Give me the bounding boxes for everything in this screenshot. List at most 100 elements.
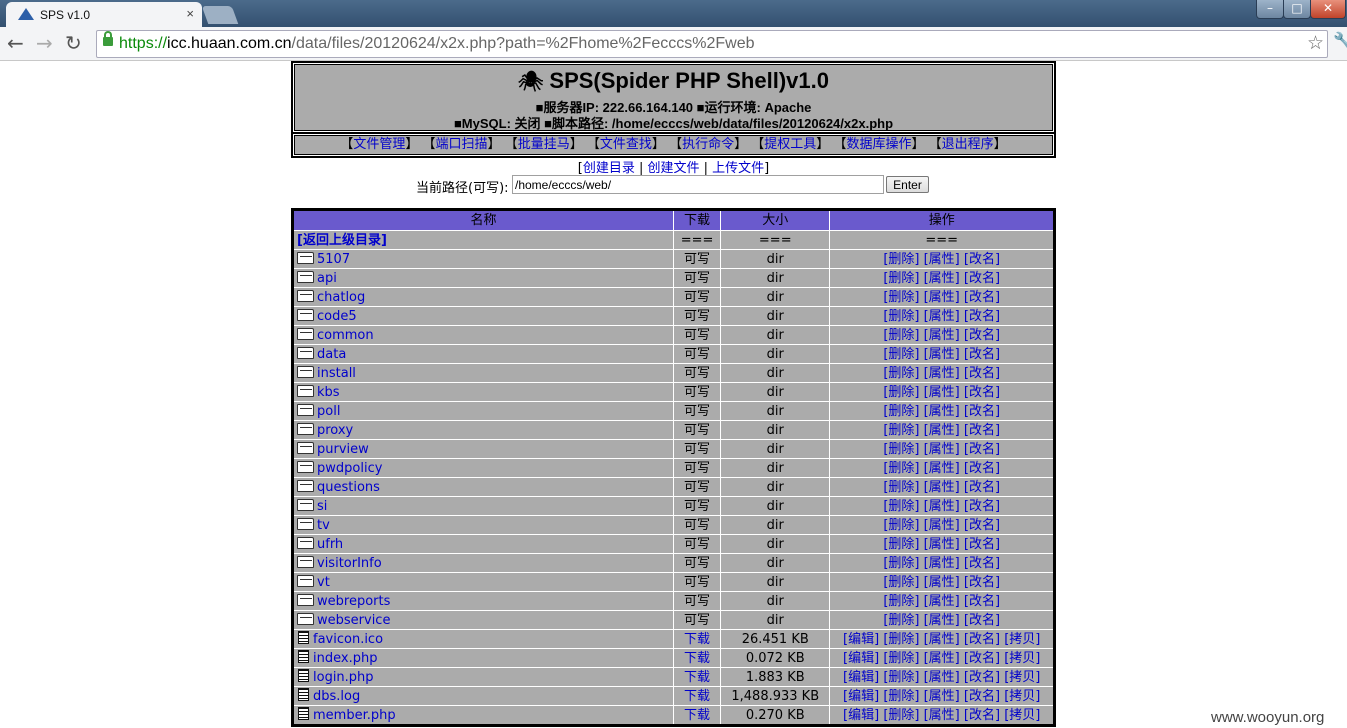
- dir-link[interactable]: vt: [317, 575, 330, 590]
- dir-link[interactable]: webreports: [317, 594, 390, 609]
- op-link[interactable]: [属性]: [924, 594, 960, 609]
- header-size[interactable]: 大小: [720, 209, 831, 231]
- op-link[interactable]: [属性]: [924, 442, 960, 457]
- op-link[interactable]: [属性]: [924, 632, 960, 647]
- op-link[interactable]: [改名]: [964, 309, 1000, 324]
- file-link[interactable]: index.php: [313, 651, 377, 666]
- forward-arrow-icon[interactable]: →: [36, 32, 53, 54]
- menu-item-1[interactable]: 端口扫描: [436, 137, 488, 152]
- op-link[interactable]: [删除]: [883, 423, 919, 438]
- op-link[interactable]: [属性]: [924, 651, 960, 666]
- dir-link[interactable]: kbs: [317, 385, 340, 400]
- op-link[interactable]: [属性]: [924, 461, 960, 476]
- dir-link[interactable]: data: [317, 347, 346, 362]
- window-maximize-button[interactable]: □: [1283, 0, 1311, 19]
- menu-item-7[interactable]: 退出程序: [942, 137, 994, 152]
- op-link[interactable]: [改名]: [964, 518, 1000, 533]
- op-link[interactable]: [改名]: [964, 385, 1000, 400]
- op-link[interactable]: [删除]: [883, 575, 919, 590]
- op-link[interactable]: [属性]: [924, 613, 960, 628]
- tab-close-icon[interactable]: ×: [186, 6, 194, 21]
- op-link[interactable]: [编辑]: [843, 632, 879, 647]
- op-link[interactable]: [删除]: [883, 708, 919, 723]
- op-link[interactable]: [改名]: [964, 708, 1000, 723]
- op-link[interactable]: [删除]: [883, 670, 919, 685]
- op-link[interactable]: [改名]: [964, 499, 1000, 514]
- window-close-button[interactable]: ✕: [1310, 0, 1346, 19]
- op-link[interactable]: [属性]: [924, 252, 960, 267]
- file-link[interactable]: login.php: [313, 670, 374, 685]
- op-link[interactable]: [属性]: [924, 708, 960, 723]
- dir-link[interactable]: purview: [317, 442, 369, 457]
- file-link[interactable]: favicon.ico: [313, 632, 383, 647]
- op-link[interactable]: [改名]: [964, 404, 1000, 419]
- upload-file-link[interactable]: 上传文件: [712, 161, 764, 176]
- dir-link[interactable]: si: [317, 499, 327, 514]
- op-link[interactable]: [改名]: [964, 575, 1000, 590]
- op-link[interactable]: [改名]: [964, 651, 1000, 666]
- op-link[interactable]: [拷贝]: [1004, 670, 1040, 685]
- download-link[interactable]: 下载: [684, 670, 710, 685]
- dir-link[interactable]: 5107: [317, 252, 350, 267]
- op-link[interactable]: [改名]: [964, 632, 1000, 647]
- op-link[interactable]: [属性]: [924, 404, 960, 419]
- op-link[interactable]: [拷贝]: [1004, 632, 1040, 647]
- dir-link[interactable]: proxy: [317, 423, 353, 438]
- bookmark-star-icon[interactable]: ☆: [1307, 31, 1324, 57]
- create-dir-link[interactable]: 创建目录: [583, 161, 635, 176]
- header-name[interactable]: 名称: [292, 209, 674, 231]
- new-tab-button[interactable]: [201, 6, 239, 24]
- op-link[interactable]: [删除]: [883, 442, 919, 457]
- op-link[interactable]: [删除]: [883, 290, 919, 305]
- op-link[interactable]: [属性]: [924, 366, 960, 381]
- op-link[interactable]: [属性]: [924, 385, 960, 400]
- op-link[interactable]: [属性]: [924, 480, 960, 495]
- dir-link[interactable]: common: [317, 328, 374, 343]
- op-link[interactable]: [改名]: [964, 271, 1000, 286]
- window-minimize-button[interactable]: –: [1256, 0, 1284, 19]
- browser-tab[interactable]: SPS v1.0 ×: [6, 2, 202, 27]
- op-link[interactable]: [删除]: [883, 556, 919, 571]
- parent-dir-link[interactable]: [返回上级目录]: [297, 233, 387, 248]
- op-link[interactable]: [删除]: [883, 689, 919, 704]
- op-link[interactable]: [删除]: [883, 309, 919, 324]
- op-link[interactable]: [改名]: [964, 328, 1000, 343]
- op-link[interactable]: [删除]: [883, 404, 919, 419]
- op-link[interactable]: [改名]: [964, 252, 1000, 267]
- op-link[interactable]: [删除]: [883, 632, 919, 647]
- op-link[interactable]: [删除]: [883, 651, 919, 666]
- op-link[interactable]: [编辑]: [843, 670, 879, 685]
- dir-link[interactable]: questions: [317, 480, 380, 495]
- op-link[interactable]: [属性]: [924, 499, 960, 514]
- download-link[interactable]: 下载: [684, 632, 710, 647]
- op-link[interactable]: [编辑]: [843, 689, 879, 704]
- dir-link[interactable]: webservice: [317, 613, 390, 628]
- menu-item-0[interactable]: 文件管理: [353, 137, 405, 152]
- op-link[interactable]: [属性]: [924, 670, 960, 685]
- wrench-menu-icon[interactable]: 🔧: [1333, 31, 1347, 50]
- op-link[interactable]: [属性]: [924, 347, 960, 362]
- op-link[interactable]: [改名]: [964, 556, 1000, 571]
- back-arrow-icon[interactable]: ←: [7, 32, 24, 54]
- dir-link[interactable]: tv: [317, 518, 330, 533]
- op-link[interactable]: [改名]: [964, 670, 1000, 685]
- path-input[interactable]: [512, 175, 884, 194]
- op-link[interactable]: [改名]: [964, 423, 1000, 438]
- op-link[interactable]: [编辑]: [843, 708, 879, 723]
- op-link[interactable]: [改名]: [964, 480, 1000, 495]
- dir-link[interactable]: ufrh: [317, 537, 343, 552]
- op-link[interactable]: [改名]: [964, 461, 1000, 476]
- op-link[interactable]: [删除]: [883, 366, 919, 381]
- op-link[interactable]: [删除]: [883, 385, 919, 400]
- op-link[interactable]: [删除]: [883, 594, 919, 609]
- op-link[interactable]: [改名]: [964, 537, 1000, 552]
- menu-item-6[interactable]: 数据库操作: [846, 137, 911, 152]
- op-link[interactable]: [属性]: [924, 537, 960, 552]
- op-link[interactable]: [改名]: [964, 290, 1000, 305]
- op-link[interactable]: [拷贝]: [1004, 689, 1040, 704]
- op-link[interactable]: [改名]: [964, 442, 1000, 457]
- op-link[interactable]: [删除]: [883, 499, 919, 514]
- op-link[interactable]: [删除]: [883, 252, 919, 267]
- op-link[interactable]: [删除]: [883, 328, 919, 343]
- op-link[interactable]: [删除]: [883, 480, 919, 495]
